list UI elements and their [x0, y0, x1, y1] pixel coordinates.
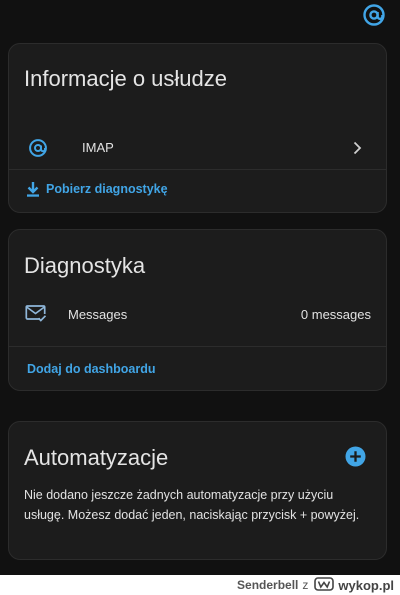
wykop-logo-icon [314, 576, 335, 594]
messages-label: Messages [68, 307, 128, 322]
download-icon [26, 181, 40, 197]
chevron-right-icon [352, 141, 362, 155]
author-name: Senderbell [237, 578, 299, 592]
add-to-dashboard-link[interactable]: Dodaj do dashboardu [27, 362, 155, 376]
brand-name: wykop.pl [338, 577, 394, 593]
automations-title: Automatyzacje [24, 445, 169, 470]
download-diagnostics-label: Pobierz diagnostykę [46, 182, 168, 196]
download-diagnostics-link[interactable]: Pobierz diagnostykę [9, 180, 229, 202]
footer-bar: Senderbell z wykop.pl [0, 575, 400, 595]
diagnostics-title: Diagnostyka [24, 253, 146, 278]
automations-empty-text: Nie dodano jeszcze żadnych automatyzacje… [24, 488, 360, 522]
mail-check-icon [25, 304, 47, 324]
messages-value: 0 messages [300, 307, 371, 322]
at-sign-icon [28, 138, 48, 158]
divider [9, 169, 386, 170]
at-sign-icon[interactable] [362, 3, 386, 27]
diagnostics-card: Diagnostyka Messages 0 messages Dodaj do… [8, 229, 387, 391]
footer-separator: z [302, 578, 309, 592]
add-automation-button[interactable] [345, 446, 366, 467]
imap-row[interactable]: IMAP [9, 130, 386, 170]
automations-card: Automatyzacje Nie dodano jeszcze żadnych… [8, 421, 387, 560]
service-info-title: Informacje o usłudze [24, 66, 227, 91]
divider [9, 346, 386, 347]
plus-circle-icon [345, 446, 366, 467]
app-screen: Informacje o usłudze IMAP Pobierz diagno… [0, 0, 400, 575]
imap-label: IMAP [82, 140, 114, 155]
messages-row: Messages 0 messages [9, 298, 386, 334]
service-info-card: Informacje o usłudze IMAP Pobierz diagno… [8, 43, 387, 213]
